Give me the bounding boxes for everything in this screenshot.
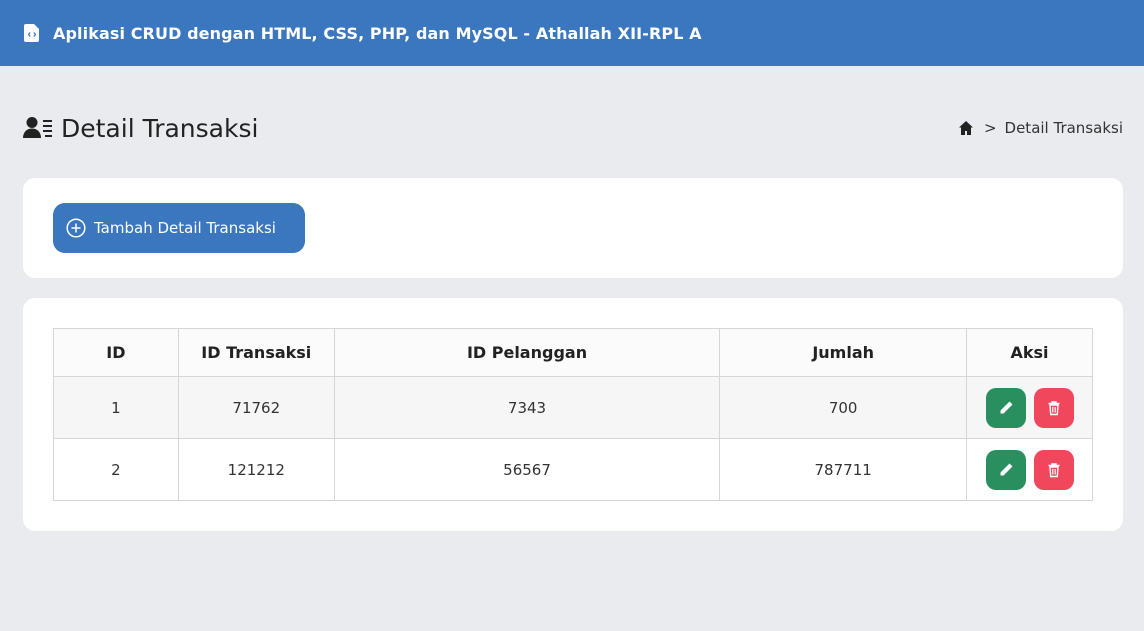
cell-actions <box>966 376 1093 439</box>
page-title: Detail Transaksi <box>61 113 259 143</box>
home-icon[interactable] <box>958 120 974 136</box>
add-button-label: Tambah Detail Transaksi <box>94 219 276 237</box>
file-code-icon <box>24 24 39 42</box>
delete-button[interactable] <box>1033 449 1074 490</box>
cell-id: 1 <box>53 376 179 439</box>
add-detail-transaction-button[interactable]: Tambah Detail Transaksi <box>53 203 305 253</box>
page-title-group: Detail Transaksi <box>23 114 258 143</box>
col-header-aksi: Aksi <box>966 328 1093 377</box>
pencil-icon <box>1000 401 1012 413</box>
cell-id-transaksi: 121212 <box>177 438 335 501</box>
table-row: 2 121212 56567 787711 <box>53 438 1093 501</box>
cell-id: 2 <box>53 438 179 501</box>
col-header-jumlah: Jumlah <box>719 328 968 377</box>
top-navbar: Aplikasi CRUD dengan HTML, CSS, PHP, dan… <box>0 0 1144 66</box>
user-list-icon <box>23 117 52 138</box>
col-header-id-pelanggan: ID Pelanggan <box>333 328 721 377</box>
cell-id-pelanggan: 56567 <box>333 438 721 501</box>
cell-actions <box>966 438 1093 501</box>
detail-transaction-table: ID ID Transaksi ID Pelanggan Jumlah Aksi… <box>53 328 1093 501</box>
cell-id-transaksi: 71762 <box>177 376 335 439</box>
edit-button[interactable] <box>985 449 1026 490</box>
edit-button[interactable] <box>985 387 1026 428</box>
breadcrumb-separator: > <box>983 119 997 137</box>
breadcrumb: > Detail Transaksi <box>958 119 1123 137</box>
cell-id-pelanggan: 7343 <box>333 376 721 439</box>
plus-circle-icon <box>66 218 86 238</box>
pencil-icon <box>1000 463 1012 475</box>
cell-jumlah: 787711 <box>719 438 968 501</box>
trash-icon <box>1048 462 1059 477</box>
table-card: ID ID Transaksi ID Pelanggan Jumlah Aksi… <box>23 298 1123 531</box>
trash-icon <box>1048 400 1059 415</box>
table-row: 1 71762 7343 700 <box>53 376 1093 439</box>
cell-jumlah: 700 <box>719 376 968 439</box>
col-header-id-transaksi: ID Transaksi <box>177 328 335 377</box>
toolbar-card: Tambah Detail Transaksi <box>23 178 1123 278</box>
page-header: Detail Transaksi > Detail Transaksi <box>23 108 1123 148</box>
breadcrumb-current: Detail Transaksi <box>1004 119 1123 137</box>
table-header-row: ID ID Transaksi ID Pelanggan Jumlah Aksi <box>53 328 1093 377</box>
delete-button[interactable] <box>1033 387 1074 428</box>
col-header-id: ID <box>53 328 179 377</box>
app-title: Aplikasi CRUD dengan HTML, CSS, PHP, dan… <box>53 23 702 43</box>
